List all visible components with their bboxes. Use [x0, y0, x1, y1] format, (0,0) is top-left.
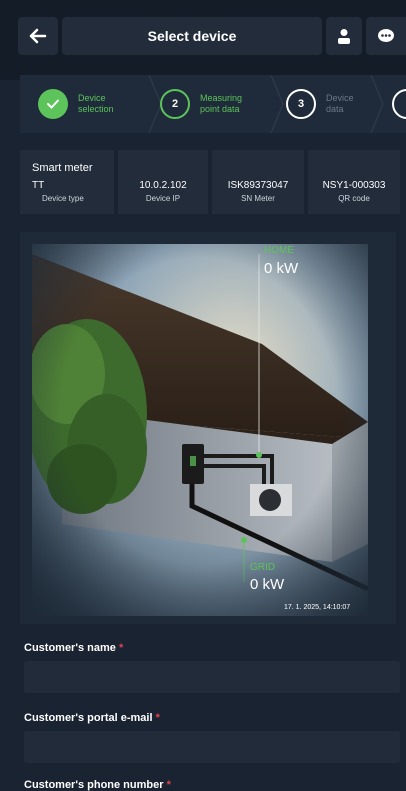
step-device-selection[interactable]: Device selection — [38, 85, 114, 123]
user-icon — [338, 29, 350, 44]
step-label-line2: selection — [78, 104, 114, 114]
chat-button[interactable] — [366, 17, 406, 55]
step-label-line1: Device — [326, 93, 354, 103]
qr-code-card: NSY1-000303 QR code — [308, 150, 400, 214]
step-active-circle: 2 — [160, 89, 190, 119]
step-todo-circle: 3 — [286, 89, 316, 119]
device-ip-caption: Device IP — [145, 194, 181, 203]
customer-email-label: Customer's portal e-mail * — [24, 712, 160, 724]
energy-flow-panel: HOME 0 kW GRID 0 kW 17. 1. 2025, 14:10:0… — [20, 232, 396, 624]
customer-name-input[interactable] — [24, 661, 400, 693]
step-separator — [370, 75, 384, 133]
sn-meter-value: ISK89373047 — [227, 180, 289, 191]
step-device-data[interactable]: 3 Device data — [286, 85, 354, 123]
step-next-circle — [392, 89, 406, 119]
qr-code-value: NSY1-000303 — [322, 180, 386, 191]
step-label-line1: Measuring — [200, 93, 243, 103]
timestamp: 17. 1. 2025, 14:10:07 — [284, 604, 351, 611]
user-button[interactable] — [326, 17, 362, 55]
sn-meter-card: ISK89373047 SN Meter — [212, 150, 304, 214]
required-marker: * — [118, 642, 124, 654]
customer-phone-label: Customer's phone number * — [24, 779, 171, 791]
customer-email-input[interactable] — [24, 731, 400, 763]
grid-label: GRID — [250, 562, 275, 573]
step-label-line2: data — [326, 104, 344, 114]
step-separator — [270, 75, 284, 133]
device-type-card: Smart meter TT Device type — [20, 150, 114, 214]
chat-icon — [378, 29, 394, 42]
customer-phone-label-text: Customer's phone number — [24, 779, 164, 791]
required-marker: * — [155, 712, 160, 724]
qr-code-caption: QR code — [338, 194, 370, 203]
device-type-caption: Device type — [42, 194, 84, 203]
step-label: Device selection — [78, 93, 114, 115]
sn-meter-caption: SN Meter — [241, 194, 275, 203]
device-ip-card: 10.0.2.102 Device IP — [118, 150, 208, 214]
page-title: Select device — [62, 17, 322, 55]
device-type-value: TT — [32, 180, 45, 191]
back-arrow-icon — [29, 28, 47, 44]
house-illustration — [32, 244, 368, 616]
device-info-cards: Smart meter TT Device type 10.0.2.102 De… — [20, 150, 406, 214]
step-label: Measuring point data — [200, 93, 242, 115]
home-label: HOME — [264, 245, 294, 256]
home-power-value: 0 kW — [264, 260, 299, 277]
top-bar: Select device — [0, 0, 406, 80]
device-ip-value: 10.0.2.102 — [139, 180, 187, 191]
step-label-line1: Device — [78, 93, 106, 103]
customer-name-label-text: Customer's name — [24, 642, 116, 654]
back-button[interactable] — [18, 17, 58, 55]
device-name: Smart meter — [32, 162, 93, 174]
progress-stepper: Device selection 2 Measuring point data … — [20, 75, 406, 133]
step-done-circle — [38, 89, 68, 119]
checkmark-icon — [47, 99, 59, 109]
customer-email-label-text: Customer's portal e-mail — [24, 712, 153, 724]
customer-name-label: Customer's name * — [24, 642, 123, 654]
step-label: Device data — [326, 93, 354, 115]
required-marker: * — [166, 779, 171, 791]
step-measuring-point-data[interactable]: 2 Measuring point data — [160, 85, 242, 123]
step-label-line2: point data — [200, 104, 240, 114]
grid-power-value: 0 kW — [250, 576, 285, 593]
